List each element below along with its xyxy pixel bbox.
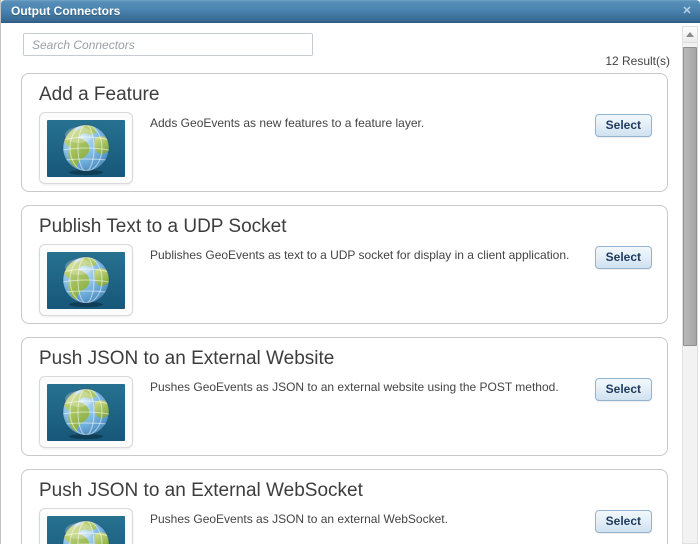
close-icon[interactable]: ✕	[680, 4, 694, 18]
connector-description: Pushes GeoEvents as JSON to an external …	[150, 512, 448, 526]
connector-card: Publish Text to a UDP Socket Publishes G…	[21, 205, 668, 324]
scrollbar-track[interactable]	[682, 26, 698, 544]
connector-card: Push JSON to an External Website Pushes …	[21, 337, 668, 456]
results-count: 12 Result(s)	[605, 54, 670, 68]
scrollbar-up-button[interactable]	[683, 27, 697, 43]
connector-thumbnail	[39, 112, 133, 184]
connector-thumbnail	[39, 244, 133, 316]
globe-icon	[47, 251, 125, 309]
window-titlebar: Output Connectors ✕	[1, 0, 700, 23]
connector-title: Publish Text to a UDP Socket	[39, 216, 287, 237]
globe-icon	[47, 119, 125, 177]
globe-icon	[47, 383, 125, 441]
select-button[interactable]: Select	[594, 114, 652, 137]
output-connectors-dialog: Output Connectors ✕ 12 Result(s) Add a F…	[0, 0, 700, 544]
select-button[interactable]: Select	[594, 246, 652, 269]
window-title: Output Connectors	[11, 4, 121, 18]
connector-thumbnail	[39, 376, 133, 448]
select-button[interactable]: Select	[594, 510, 652, 533]
dialog-content: 12 Result(s) Add a Feature	[1, 23, 700, 544]
connector-card: Add a Feature Adds GeoEvents as new feat…	[21, 73, 668, 192]
connector-list: Add a Feature Adds GeoEvents as new feat…	[21, 73, 668, 544]
connector-title: Add a Feature	[39, 84, 160, 105]
connector-description: Publishes GeoEvents as text to a UDP soc…	[150, 248, 570, 262]
connector-description: Adds GeoEvents as new features to a feat…	[150, 116, 425, 130]
select-button[interactable]: Select	[594, 378, 652, 401]
connector-description: Pushes GeoEvents as JSON to an external …	[150, 380, 559, 394]
connector-title: Push JSON to an External WebSocket	[39, 480, 363, 501]
globe-icon	[47, 515, 125, 544]
connector-card: Push JSON to an External WebSocket Pushe…	[21, 469, 668, 544]
scrollbar-thumb[interactable]	[683, 47, 697, 346]
chevron-up-icon	[686, 32, 694, 37]
connector-thumbnail	[39, 508, 133, 544]
connector-title: Push JSON to an External Website	[39, 348, 335, 369]
